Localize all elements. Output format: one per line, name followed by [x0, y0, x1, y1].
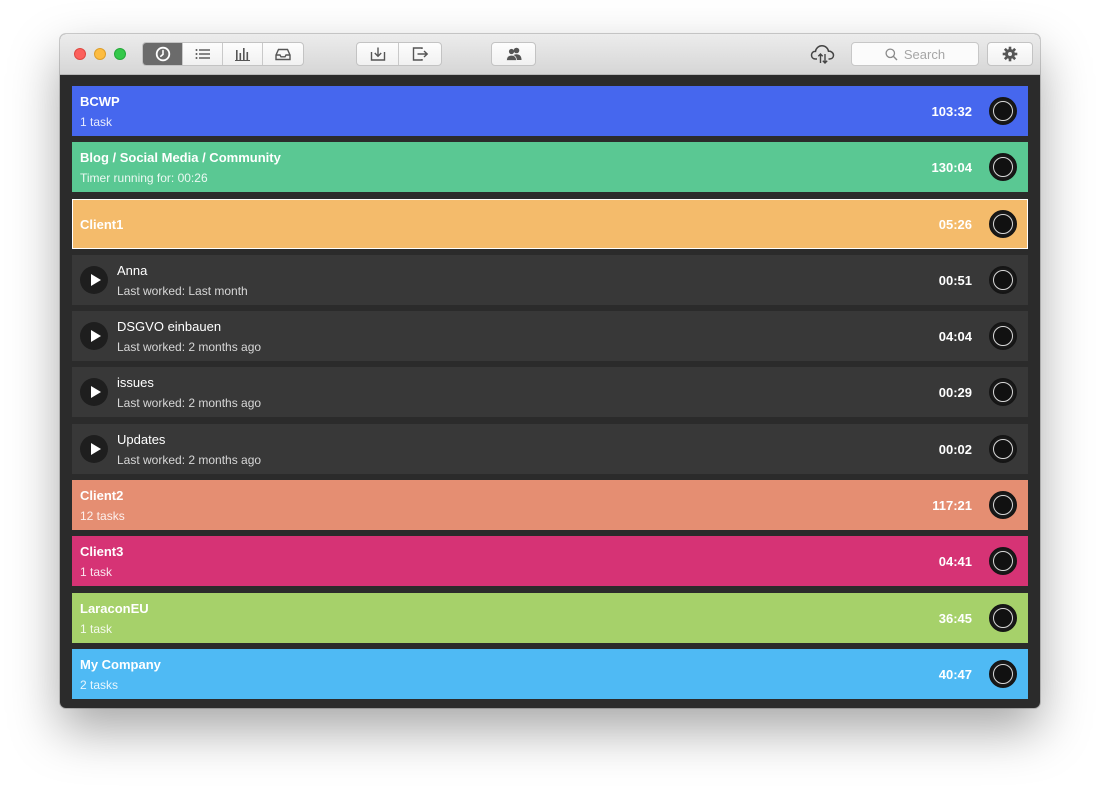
reports-view-button[interactable]	[223, 43, 263, 65]
view-segmented-control	[142, 42, 304, 66]
list-view-button[interactable]	[183, 43, 223, 65]
task-row-dsgvo-einbauen[interactable]: DSGVO einbauen Last worked: 2 months ago…	[72, 311, 1028, 362]
project-row-client1[interactable]: Client1 05:26	[72, 198, 1028, 249]
search-placeholder: Search	[903, 46, 946, 62]
task-last-worked: Last worked: 2 months ago	[117, 396, 262, 411]
users-icon	[505, 47, 521, 61]
export-button[interactable]	[399, 43, 441, 65]
inbox-view-button[interactable]	[263, 43, 303, 65]
search-icon	[885, 47, 898, 60]
task-row-issues[interactable]: issues Last worked: 2 months ago 00:29	[72, 367, 1028, 418]
project-title: Client2	[80, 488, 124, 504]
project-total-time: 103:32	[931, 104, 972, 119]
project-total-time: 04:41	[938, 554, 972, 570]
project-row-my-company[interactable]: My Company 2 tasks 40:47	[72, 648, 1028, 699]
task-title: DSGVO einbauen	[117, 319, 222, 335]
search-input[interactable]: Search	[851, 42, 979, 66]
project-row-client3[interactable]: Client3 1 task 04:41	[72, 536, 1028, 587]
gear-icon	[1002, 46, 1018, 62]
project-subtitle: 12 tasks	[80, 509, 125, 524]
project-subtitle: Timer running for: 00:26	[80, 171, 208, 186]
record-button[interactable]	[989, 547, 1017, 576]
project-total-time: 117:21	[932, 498, 972, 514]
zoom-window-button[interactable]	[114, 48, 126, 60]
play-icon[interactable]	[80, 378, 108, 407]
team-control	[491, 42, 536, 66]
project-subtitle: 1 task	[80, 621, 113, 636]
task-title: Anna	[117, 262, 148, 278]
record-button[interactable]	[989, 491, 1017, 520]
project-title: LaraconEU	[80, 600, 149, 616]
record-button[interactable]	[989, 434, 1017, 463]
play-icon[interactable]	[80, 434, 108, 463]
task-row-anna[interactable]: Anna Last worked: Last month 00:51	[72, 254, 1028, 305]
project-total-time: 40:47	[938, 666, 972, 682]
project-row-blog-social-media-community[interactable]: Blog / Social Media / Community Timer ru…	[72, 142, 1028, 193]
cloud-sync-icon[interactable]	[810, 43, 836, 65]
project-subtitle: 2 tasks	[80, 677, 119, 692]
record-button[interactable]	[989, 659, 1017, 688]
project-list: BCWP 1 task 103:32 Blog / Social Media /…	[72, 86, 1028, 705]
record-button[interactable]	[989, 322, 1017, 351]
project-row-laraconeu[interactable]: LaraconEU 1 task 36:45	[72, 592, 1028, 643]
task-time: 00:02	[938, 441, 972, 457]
record-button[interactable]	[989, 603, 1017, 632]
project-row-client2[interactable]: Client2 12 tasks 117:21	[72, 480, 1028, 531]
task-last-worked: Last worked: 2 months ago	[117, 340, 262, 355]
clock-icon	[155, 46, 170, 62]
task-time: 00:29	[938, 385, 972, 401]
task-last-worked: Last worked: Last month	[117, 283, 248, 298]
inbox-icon	[275, 48, 291, 61]
play-icon[interactable]	[80, 322, 108, 351]
task-last-worked: Last worked: 2 months ago	[117, 452, 262, 467]
settings-control	[987, 42, 1033, 66]
settings-button[interactable]	[988, 43, 1032, 65]
list-icon	[195, 49, 210, 59]
import-export-control	[356, 42, 442, 66]
record-button[interactable]	[989, 265, 1017, 294]
project-title: My Company	[80, 656, 161, 672]
record-button[interactable]	[989, 153, 1017, 182]
project-title: BCWP	[80, 94, 120, 109]
task-time: 04:04	[938, 329, 972, 345]
project-row-bcwp[interactable]: BCWP 1 task 103:32	[72, 86, 1028, 136]
project-subtitle: 1 task	[80, 115, 113, 129]
minimize-window-button[interactable]	[94, 48, 106, 60]
task-title: Updates	[117, 431, 166, 447]
import-icon	[370, 47, 385, 61]
task-row-updates[interactable]: Updates Last worked: 2 months ago 00:02	[72, 423, 1028, 474]
project-total-time: 05:26	[938, 216, 972, 232]
record-button[interactable]	[989, 378, 1017, 407]
bar-chart-icon	[234, 48, 250, 61]
project-total-time: 130:04	[931, 160, 972, 176]
project-title: Blog / Social Media / Community	[80, 150, 281, 166]
project-total-time: 36:45	[938, 610, 972, 626]
record-button[interactable]	[989, 209, 1017, 238]
export-icon	[412, 47, 429, 61]
import-button[interactable]	[357, 43, 399, 65]
timer-view-button[interactable]	[143, 43, 183, 65]
task-time: 00:51	[938, 272, 972, 288]
task-title: issues	[117, 375, 154, 391]
project-subtitle: 1 task	[80, 565, 113, 580]
record-button[interactable]	[989, 97, 1017, 125]
team-button[interactable]	[492, 43, 535, 65]
app-window: Search BCWP 1 task 103:32 Blog / Social …	[60, 34, 1040, 708]
project-title: Client3	[80, 544, 124, 560]
play-icon[interactable]	[80, 265, 108, 294]
toolbar: Search	[60, 34, 1040, 75]
close-window-button[interactable]	[74, 48, 86, 60]
project-title: Client1	[80, 216, 124, 232]
